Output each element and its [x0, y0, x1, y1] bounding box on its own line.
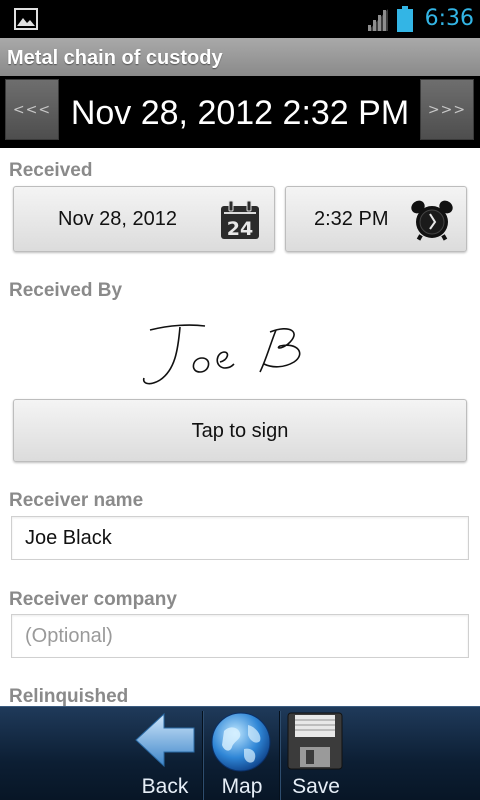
received-time-text: 2:32 PM	[314, 208, 389, 230]
current-datetime: Nov 28, 2012 2:32 PM	[70, 94, 410, 132]
receiver-company-label: Receiver company	[9, 589, 177, 610]
receiver-name-field[interactable]	[11, 516, 469, 560]
signature-image	[142, 324, 301, 385]
bottom-action-bar: Back Map Save	[0, 706, 480, 800]
back-button[interactable]: Back	[130, 707, 200, 800]
relinquished-label: Relinquished	[9, 686, 129, 707]
date-navigator: <<< Nov 28, 2012 2:32 PM >>>	[0, 76, 480, 148]
app-screen: 6:36 Metal chain of custody <<< Nov 28, …	[0, 0, 480, 800]
back-label: Back	[141, 775, 189, 798]
calendar-icon: 24	[221, 200, 259, 240]
map-label: Map	[221, 775, 263, 798]
received-date-button[interactable]: Nov 28, 2012 24	[13, 186, 275, 252]
received-date-text: Nov 28, 2012	[58, 208, 177, 230]
received-time-button[interactable]: 2:32 PM	[285, 186, 467, 252]
receiver-company-field[interactable]	[11, 614, 469, 658]
map-button[interactable]: Map	[206, 707, 278, 800]
battery-icon	[397, 6, 413, 32]
tap-to-sign-text: Tap to sign	[191, 420, 289, 442]
floppy-disk-icon	[287, 712, 343, 770]
previous-button[interactable]: <<<	[5, 79, 59, 140]
status-bar: 6:36	[0, 0, 480, 38]
divider	[279, 711, 281, 800]
next-button[interactable]: >>>	[420, 79, 474, 140]
signal-icon	[368, 9, 388, 31]
receiver-name-label: Receiver name	[9, 490, 144, 511]
save-button[interactable]: Save	[282, 707, 350, 800]
status-clock: 6:36	[424, 6, 474, 31]
alarm-clock-icon	[411, 200, 453, 241]
calendar-day-text: 24	[227, 218, 253, 240]
globe-icon	[211, 712, 271, 772]
received-label: Received	[9, 160, 93, 181]
tap-to-sign-button[interactable]: Tap to sign	[13, 399, 467, 462]
save-label: Save	[292, 775, 340, 798]
picture-notification-icon	[14, 8, 38, 30]
received-by-label: Received By	[9, 280, 123, 301]
back-arrow-icon	[135, 712, 195, 768]
divider	[202, 711, 204, 800]
app-title: Metal chain of custody	[7, 47, 223, 69]
title-bar: Metal chain of custody	[0, 38, 480, 76]
